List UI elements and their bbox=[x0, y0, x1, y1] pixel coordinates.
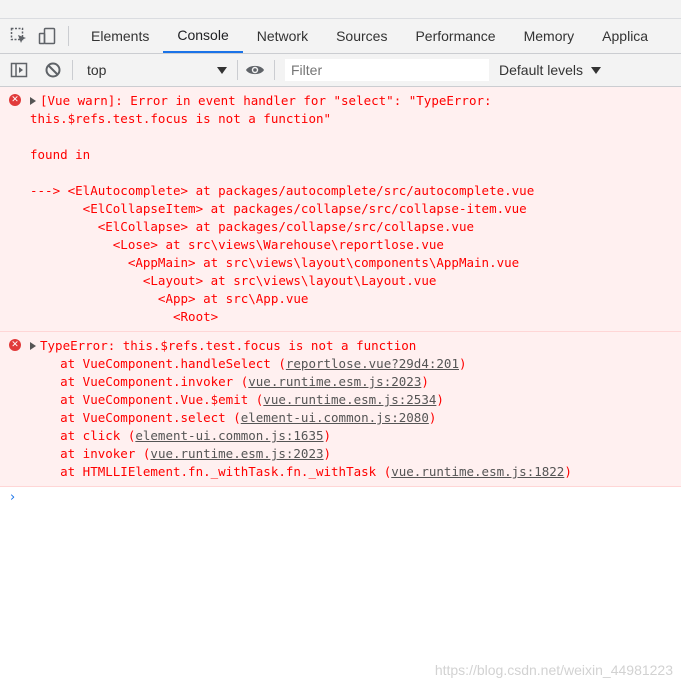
prompt-chevron-icon: › bbox=[10, 490, 16, 505]
error-x-icon: ✕ bbox=[9, 339, 21, 351]
device-toolbar-icon[interactable] bbox=[36, 19, 58, 53]
tab-console[interactable]: Console bbox=[163, 19, 243, 53]
stack-frame: at VueComponent.select (element-ui.commo… bbox=[30, 410, 437, 425]
message-line: found in bbox=[30, 147, 91, 162]
component-trace-line: ---> <ElAutocomplete> at packages/autoco… bbox=[30, 183, 535, 198]
console-message-vue-warn: ✕ [Vue warn]: Error in event handler for… bbox=[0, 87, 681, 332]
console-output: ✕ [Vue warn]: Error in event handler for… bbox=[0, 87, 681, 686]
clear-console-icon[interactable] bbox=[42, 53, 64, 87]
log-levels-dropdown[interactable]: Default levels bbox=[499, 62, 602, 78]
source-link[interactable]: element-ui.common.js:2080 bbox=[241, 410, 429, 425]
toolbar-divider bbox=[237, 60, 238, 80]
console-toolbar: top Default levels bbox=[0, 54, 681, 87]
component-trace-line: <ElCollapse> at packages/collapse/src/co… bbox=[30, 219, 475, 234]
source-link[interactable]: element-ui.common.js:1635 bbox=[135, 428, 323, 443]
tab-application[interactable]: Applica bbox=[588, 19, 662, 53]
source-link[interactable]: vue.runtime.esm.js:2534 bbox=[263, 392, 436, 407]
tab-memory[interactable]: Memory bbox=[510, 19, 589, 53]
filter-input[interactable] bbox=[285, 59, 489, 81]
tab-sources[interactable]: Sources bbox=[322, 19, 401, 53]
context-selector-value: top bbox=[87, 62, 107, 78]
stack-frame: at invoker (vue.runtime.esm.js:2023) bbox=[30, 446, 332, 461]
component-trace-line: <Layout> at src\views\layout\Layout.vue bbox=[30, 273, 437, 288]
expand-triangle-icon[interactable] bbox=[30, 342, 36, 350]
component-trace-line: <AppMain> at src\views\layout\components… bbox=[30, 255, 520, 270]
watermark: https://blog.csdn.net/weixin_44981223 bbox=[434, 662, 673, 678]
console-prompt[interactable]: › bbox=[0, 487, 681, 509]
toolbar-divider bbox=[68, 26, 69, 46]
component-trace-line: <App> at src\App.vue bbox=[30, 291, 309, 306]
context-selector[interactable]: top bbox=[77, 58, 237, 82]
component-trace-line: <Lose> at src\views\Warehouse\reportlose… bbox=[30, 237, 444, 252]
stack-frame: at HTMLLIElement.fn._withTask.fn._withTa… bbox=[30, 464, 572, 479]
live-expression-eye-icon[interactable] bbox=[244, 53, 266, 87]
toolbar-divider bbox=[274, 60, 275, 80]
console-message-type-error: ✕ TypeError: this.$refs.test.focus is no… bbox=[0, 332, 681, 487]
expand-triangle-icon[interactable] bbox=[30, 97, 36, 105]
source-link[interactable]: vue.runtime.esm.js:2023 bbox=[248, 374, 421, 389]
source-link[interactable]: vue.runtime.esm.js:2023 bbox=[150, 446, 323, 461]
tab-network[interactable]: Network bbox=[243, 19, 322, 53]
message-line: TypeError: this.$refs.test.focus is not … bbox=[30, 337, 677, 355]
inspect-element-icon[interactable] bbox=[8, 19, 30, 53]
log-levels-label: Default levels bbox=[499, 62, 584, 78]
stack-frame: at VueComponent.invoker (vue.runtime.esm… bbox=[30, 374, 429, 389]
tab-elements[interactable]: Elements bbox=[77, 19, 163, 53]
component-trace-line: <Root> bbox=[30, 309, 219, 324]
stack-frame: at click (element-ui.common.js:1635) bbox=[30, 428, 332, 443]
message-line bbox=[30, 128, 677, 146]
sidebar-toggle-icon[interactable] bbox=[8, 53, 30, 87]
window-top-strip bbox=[0, 0, 681, 19]
error-x-icon: ✕ bbox=[9, 94, 21, 106]
message-line: this.$refs.test.focus is not a function" bbox=[30, 111, 332, 126]
source-link[interactable]: reportlose.vue?29d4:201 bbox=[286, 356, 459, 371]
tab-performance[interactable]: Performance bbox=[401, 19, 509, 53]
toolbar-divider bbox=[72, 60, 73, 80]
message-line: [Vue warn]: Error in event handler for "… bbox=[30, 92, 677, 110]
devtools-tab-bar: Elements Console Network Sources Perform… bbox=[0, 19, 681, 54]
source-link[interactable]: vue.runtime.esm.js:1822 bbox=[391, 464, 564, 479]
chevron-down-icon bbox=[591, 62, 602, 78]
component-trace-line: <ElCollapseItem> at packages/collapse/sr… bbox=[30, 201, 527, 216]
stack-frame: at VueComponent.handleSelect (reportlose… bbox=[30, 356, 467, 371]
chevron-down-icon bbox=[217, 62, 227, 78]
message-line bbox=[30, 164, 677, 182]
stack-frame: at VueComponent.Vue.$emit (vue.runtime.e… bbox=[30, 392, 444, 407]
